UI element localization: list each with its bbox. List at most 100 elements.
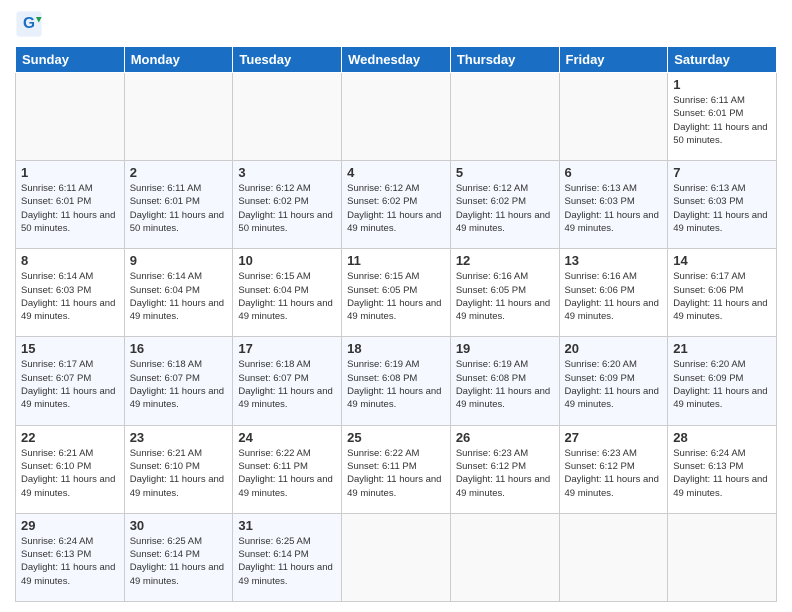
calendar-cell	[342, 73, 451, 161]
calendar-cell: 7 Sunrise: 6:13 AM Sunset: 6:03 PM Dayli…	[668, 161, 777, 249]
logo: G	[15, 10, 45, 38]
calendar-cell: 1 Sunrise: 6:11 AM Sunset: 6:01 PM Dayli…	[16, 161, 125, 249]
day-info: Sunrise: 6:11 AM Sunset: 6:01 PM Dayligh…	[21, 182, 119, 235]
day-info: Sunrise: 6:12 AM Sunset: 6:02 PM Dayligh…	[238, 182, 336, 235]
day-number: 4	[347, 165, 445, 180]
day-info: Sunrise: 6:18 AM Sunset: 6:07 PM Dayligh…	[238, 358, 336, 411]
day-number: 5	[456, 165, 554, 180]
calendar-cell: 24 Sunrise: 6:22 AM Sunset: 6:11 PM Dayl…	[233, 425, 342, 513]
day-info: Sunrise: 6:11 AM Sunset: 6:01 PM Dayligh…	[673, 94, 771, 147]
calendar-cell: 13 Sunrise: 6:16 AM Sunset: 6:06 PM Dayl…	[559, 249, 668, 337]
calendar-week-5: 22 Sunrise: 6:21 AM Sunset: 6:10 PM Dayl…	[16, 425, 777, 513]
day-header-thursday: Thursday	[450, 47, 559, 73]
day-number: 22	[21, 430, 119, 445]
calendar-cell: 21 Sunrise: 6:20 AM Sunset: 6:09 PM Dayl…	[668, 337, 777, 425]
day-number: 20	[565, 341, 663, 356]
day-number: 21	[673, 341, 771, 356]
day-info: Sunrise: 6:23 AM Sunset: 6:12 PM Dayligh…	[456, 447, 554, 500]
calendar-cell: 25 Sunrise: 6:22 AM Sunset: 6:11 PM Dayl…	[342, 425, 451, 513]
day-info: Sunrise: 6:12 AM Sunset: 6:02 PM Dayligh…	[456, 182, 554, 235]
day-info: Sunrise: 6:24 AM Sunset: 6:13 PM Dayligh…	[673, 447, 771, 500]
day-info: Sunrise: 6:25 AM Sunset: 6:14 PM Dayligh…	[238, 535, 336, 588]
day-info: Sunrise: 6:16 AM Sunset: 6:05 PM Dayligh…	[456, 270, 554, 323]
day-info: Sunrise: 6:23 AM Sunset: 6:12 PM Dayligh…	[565, 447, 663, 500]
day-header-wednesday: Wednesday	[342, 47, 451, 73]
day-number: 2	[130, 165, 228, 180]
day-info: Sunrise: 6:19 AM Sunset: 6:08 PM Dayligh…	[456, 358, 554, 411]
calendar-cell: 4 Sunrise: 6:12 AM Sunset: 6:02 PM Dayli…	[342, 161, 451, 249]
day-header-monday: Monday	[124, 47, 233, 73]
day-number: 26	[456, 430, 554, 445]
day-number: 25	[347, 430, 445, 445]
calendar-week-1: 1 Sunrise: 6:11 AM Sunset: 6:01 PM Dayli…	[16, 73, 777, 161]
day-info: Sunrise: 6:20 AM Sunset: 6:09 PM Dayligh…	[565, 358, 663, 411]
day-info: Sunrise: 6:21 AM Sunset: 6:10 PM Dayligh…	[21, 447, 119, 500]
calendar-cell: 16 Sunrise: 6:18 AM Sunset: 6:07 PM Dayl…	[124, 337, 233, 425]
calendar-cell: 6 Sunrise: 6:13 AM Sunset: 6:03 PM Dayli…	[559, 161, 668, 249]
calendar-cell: 2 Sunrise: 6:11 AM Sunset: 6:01 PM Dayli…	[124, 161, 233, 249]
day-number: 1	[673, 77, 771, 92]
calendar-cell: 27 Sunrise: 6:23 AM Sunset: 6:12 PM Dayl…	[559, 425, 668, 513]
day-number: 11	[347, 253, 445, 268]
day-number: 3	[238, 165, 336, 180]
day-number: 15	[21, 341, 119, 356]
calendar-cell	[342, 513, 451, 601]
day-number: 7	[673, 165, 771, 180]
calendar-cell: 17 Sunrise: 6:18 AM Sunset: 6:07 PM Dayl…	[233, 337, 342, 425]
day-info: Sunrise: 6:15 AM Sunset: 6:05 PM Dayligh…	[347, 270, 445, 323]
day-info: Sunrise: 6:12 AM Sunset: 6:02 PM Dayligh…	[347, 182, 445, 235]
day-info: Sunrise: 6:19 AM Sunset: 6:08 PM Dayligh…	[347, 358, 445, 411]
day-number: 24	[238, 430, 336, 445]
calendar-cell: 15 Sunrise: 6:17 AM Sunset: 6:07 PM Dayl…	[16, 337, 125, 425]
day-number: 10	[238, 253, 336, 268]
calendar-cell: 10 Sunrise: 6:15 AM Sunset: 6:04 PM Dayl…	[233, 249, 342, 337]
day-info: Sunrise: 6:14 AM Sunset: 6:03 PM Dayligh…	[21, 270, 119, 323]
calendar-cell: 9 Sunrise: 6:14 AM Sunset: 6:04 PM Dayli…	[124, 249, 233, 337]
calendar-cell: 20 Sunrise: 6:20 AM Sunset: 6:09 PM Dayl…	[559, 337, 668, 425]
calendar-cell	[16, 73, 125, 161]
day-number: 27	[565, 430, 663, 445]
calendar-cell: 30 Sunrise: 6:25 AM Sunset: 6:14 PM Dayl…	[124, 513, 233, 601]
day-number: 28	[673, 430, 771, 445]
page: G SundayMondayTuesdayWednesdayThursdayFr…	[0, 0, 792, 612]
calendar-cell	[450, 73, 559, 161]
calendar-cell: 23 Sunrise: 6:21 AM Sunset: 6:10 PM Dayl…	[124, 425, 233, 513]
calendar-cell: 3 Sunrise: 6:12 AM Sunset: 6:02 PM Dayli…	[233, 161, 342, 249]
day-number: 23	[130, 430, 228, 445]
day-info: Sunrise: 6:13 AM Sunset: 6:03 PM Dayligh…	[565, 182, 663, 235]
day-number: 16	[130, 341, 228, 356]
calendar-cell	[668, 513, 777, 601]
calendar-header-row: SundayMondayTuesdayWednesdayThursdayFrid…	[16, 47, 777, 73]
day-info: Sunrise: 6:13 AM Sunset: 6:03 PM Dayligh…	[673, 182, 771, 235]
calendar-week-4: 15 Sunrise: 6:17 AM Sunset: 6:07 PM Dayl…	[16, 337, 777, 425]
calendar-cell	[559, 73, 668, 161]
calendar-cell	[233, 73, 342, 161]
day-info: Sunrise: 6:14 AM Sunset: 6:04 PM Dayligh…	[130, 270, 228, 323]
calendar-cell	[559, 513, 668, 601]
calendar-cell: 14 Sunrise: 6:17 AM Sunset: 6:06 PM Dayl…	[668, 249, 777, 337]
logo-icon: G	[15, 10, 43, 38]
day-header-saturday: Saturday	[668, 47, 777, 73]
calendar-cell: 18 Sunrise: 6:19 AM Sunset: 6:08 PM Dayl…	[342, 337, 451, 425]
day-number: 18	[347, 341, 445, 356]
calendar-cell	[124, 73, 233, 161]
day-number: 30	[130, 518, 228, 533]
calendar-cell: 1 Sunrise: 6:11 AM Sunset: 6:01 PM Dayli…	[668, 73, 777, 161]
day-info: Sunrise: 6:16 AM Sunset: 6:06 PM Dayligh…	[565, 270, 663, 323]
calendar-cell: 22 Sunrise: 6:21 AM Sunset: 6:10 PM Dayl…	[16, 425, 125, 513]
day-info: Sunrise: 6:15 AM Sunset: 6:04 PM Dayligh…	[238, 270, 336, 323]
day-info: Sunrise: 6:25 AM Sunset: 6:14 PM Dayligh…	[130, 535, 228, 588]
day-number: 29	[21, 518, 119, 533]
day-info: Sunrise: 6:22 AM Sunset: 6:11 PM Dayligh…	[347, 447, 445, 500]
day-info: Sunrise: 6:22 AM Sunset: 6:11 PM Dayligh…	[238, 447, 336, 500]
calendar-week-3: 8 Sunrise: 6:14 AM Sunset: 6:03 PM Dayli…	[16, 249, 777, 337]
day-info: Sunrise: 6:17 AM Sunset: 6:07 PM Dayligh…	[21, 358, 119, 411]
day-number: 8	[21, 253, 119, 268]
calendar-cell: 31 Sunrise: 6:25 AM Sunset: 6:14 PM Dayl…	[233, 513, 342, 601]
svg-text:G: G	[23, 15, 35, 32]
calendar-week-2: 1 Sunrise: 6:11 AM Sunset: 6:01 PM Dayli…	[16, 161, 777, 249]
calendar-cell: 29 Sunrise: 6:24 AM Sunset: 6:13 PM Dayl…	[16, 513, 125, 601]
calendar-cell: 26 Sunrise: 6:23 AM Sunset: 6:12 PM Dayl…	[450, 425, 559, 513]
calendar-cell: 19 Sunrise: 6:19 AM Sunset: 6:08 PM Dayl…	[450, 337, 559, 425]
day-number: 31	[238, 518, 336, 533]
